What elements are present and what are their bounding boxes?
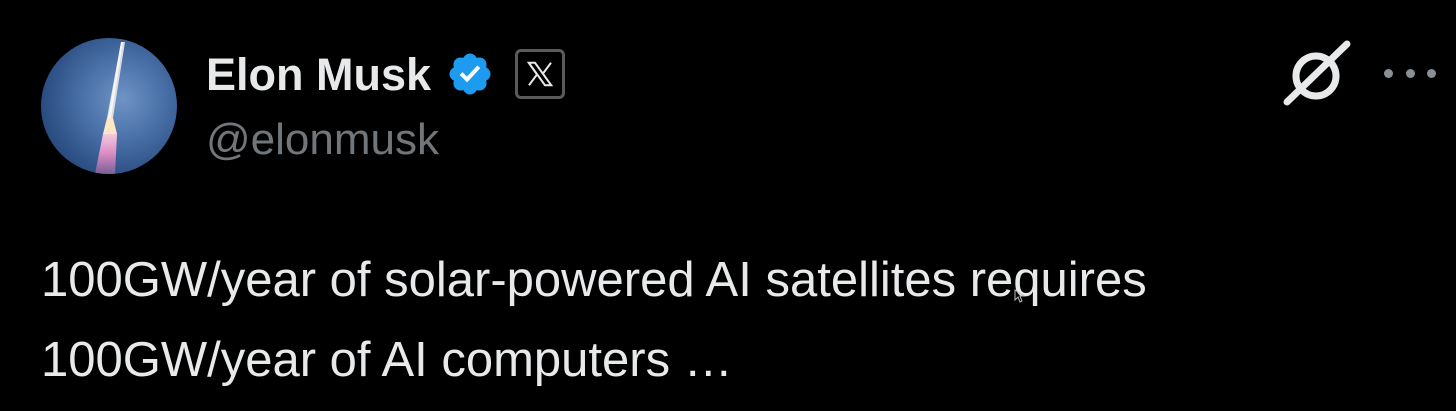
- dot: [1384, 68, 1393, 78]
- x-logo-icon[interactable]: [515, 49, 566, 99]
- author-name-row: Elon Musk: [206, 44, 566, 104]
- dot: [1405, 68, 1415, 78]
- author-handle[interactable]: @elonmusk: [206, 118, 439, 162]
- rocket-launch-icon: [95, 42, 125, 174]
- avatar[interactable]: [41, 38, 177, 174]
- verified-badge-icon[interactable]: [445, 49, 495, 99]
- mouse-cursor-icon: [1014, 289, 1026, 303]
- grok-icon[interactable]: [1283, 40, 1353, 106]
- tweet-card: Elon Musk @elonmusk 100GW/year of solar-…: [0, 0, 1456, 411]
- more-options-icon[interactable]: [1384, 58, 1436, 88]
- dot: [1427, 68, 1436, 78]
- author-display-name[interactable]: Elon Musk: [206, 52, 431, 97]
- tweet-text: 100GW/year of solar-powered AI satellite…: [41, 253, 1147, 387]
